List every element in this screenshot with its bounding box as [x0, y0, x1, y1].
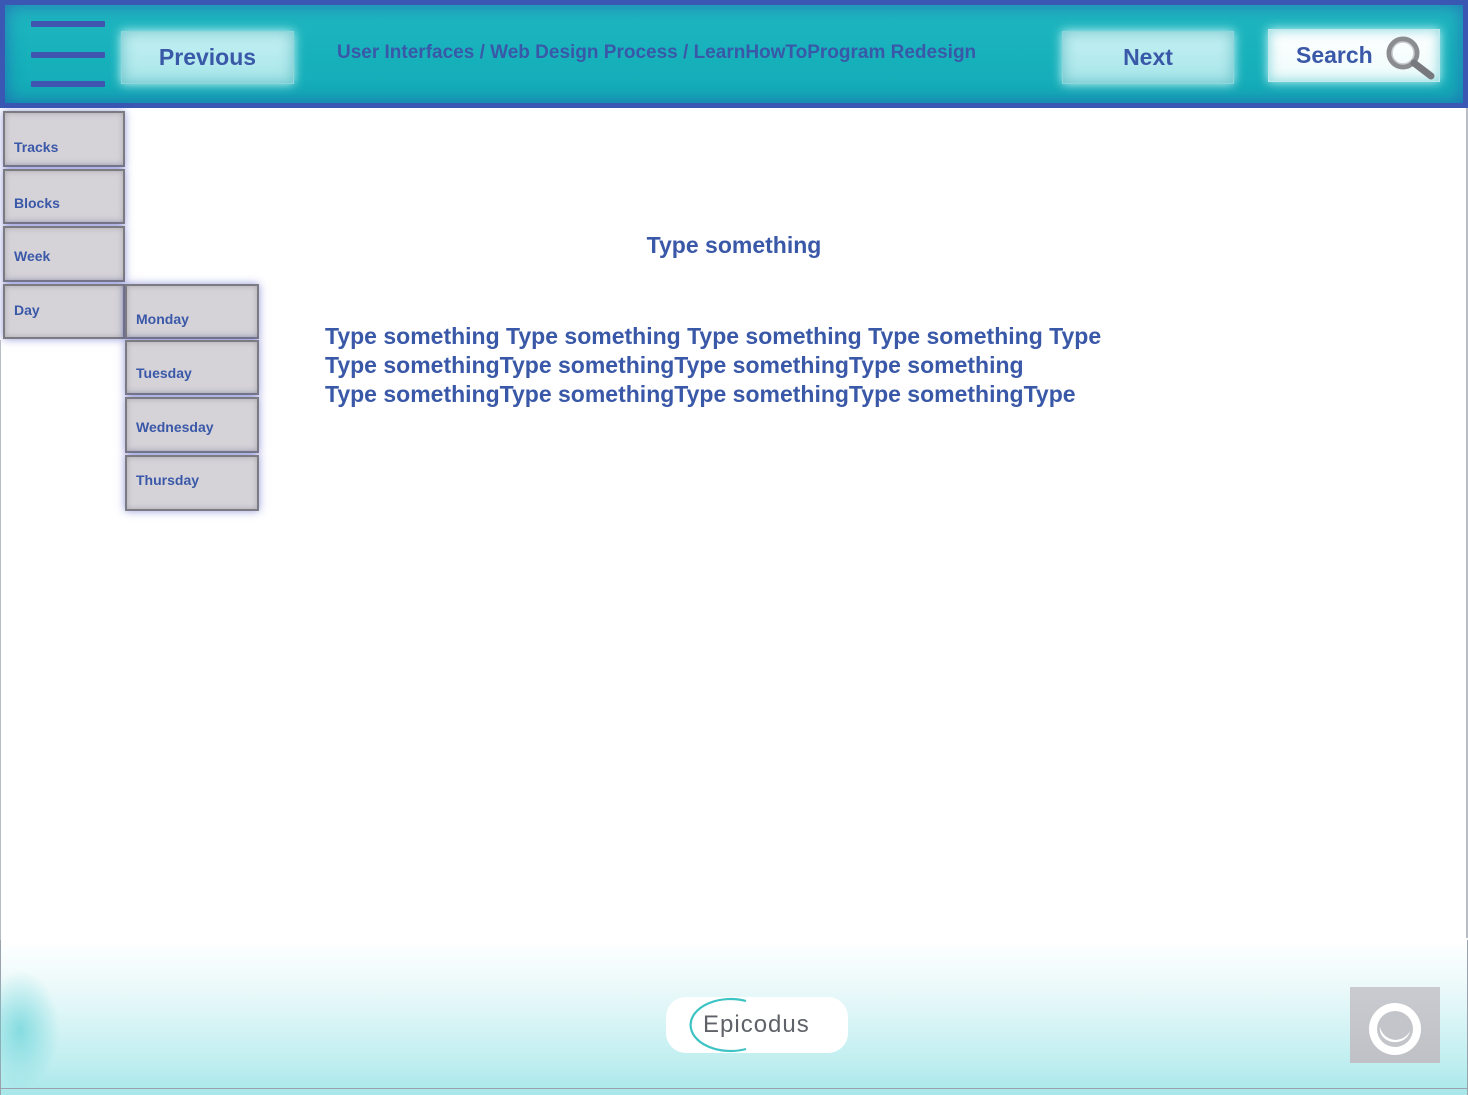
search-label: Search: [1296, 42, 1373, 68]
content-body: Type something Type something Type somet…: [325, 322, 1225, 409]
nav-item-label: Tracks: [14, 139, 59, 155]
nav-item-label: Blocks: [14, 195, 60, 211]
magnifying-glass-icon: [1386, 36, 1435, 80]
submenu-item-label: Wednesday: [136, 419, 214, 435]
submenu-item-monday[interactable]: Monday: [125, 284, 259, 339]
content-line: Type somethingType somethingType somethi…: [325, 381, 1076, 407]
content-title: Type something: [646, 232, 822, 258]
breadcrumb: User Interfaces / Web Design Process / L…: [337, 42, 977, 63]
divider: [0, 1088, 1468, 1089]
nav-item-label: Day: [14, 302, 40, 318]
content-line: Type something Type something Type somet…: [325, 323, 1102, 349]
next-button[interactable]: Next: [1062, 31, 1234, 84]
submenu-item-thursday[interactable]: Thursday: [125, 455, 259, 511]
divider: [0, 340, 1, 940]
previous-button[interactable]: Previous: [121, 31, 294, 84]
corner-action-button[interactable]: [1350, 987, 1440, 1063]
submenu-item-tuesday[interactable]: Tuesday: [125, 340, 259, 395]
content-line: Type somethingType somethingType somethi…: [325, 352, 1024, 378]
nav-item-tracks[interactable]: Tracks: [3, 111, 125, 167]
submenu-item-label: Tuesday: [136, 365, 192, 381]
footer-glow: [0, 970, 60, 1090]
submenu-item-label: Monday: [136, 311, 189, 327]
nav-item-blocks[interactable]: Blocks: [3, 169, 125, 224]
app-frame: Previous User Interfaces / Web Design Pr…: [0, 0, 1468, 1095]
circle-swirl-icon: [1369, 1003, 1421, 1055]
search-button[interactable]: Search: [1268, 29, 1440, 82]
epicodus-logo[interactable]: Epicodus: [666, 997, 848, 1053]
nav-item-day[interactable]: Day: [3, 284, 125, 339]
logo-text: Epicodus: [703, 1011, 810, 1038]
submenu-item-wednesday[interactable]: Wednesday: [125, 397, 259, 453]
submenu-item-label: Thursday: [136, 472, 200, 488]
hamburger-menu-icon[interactable]: [31, 21, 105, 91]
